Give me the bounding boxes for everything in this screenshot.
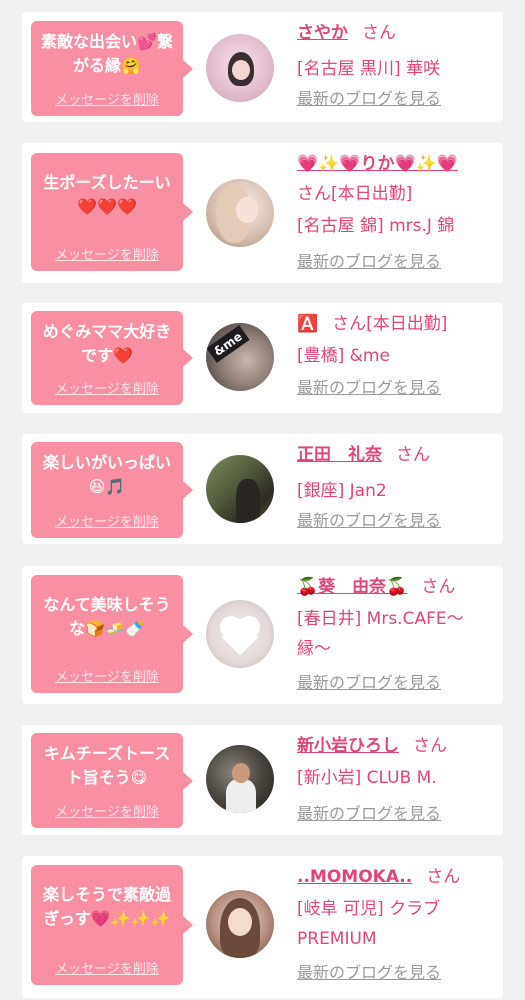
honorific: さん (413, 736, 447, 756)
delete-message-link[interactable]: メッセージを削除 (31, 244, 183, 263)
user-name-link[interactable]: ..MOMOKA.. (297, 867, 412, 887)
honorific: さん (426, 867, 461, 887)
message-text: 生ポーズしたーい ❤️❤️❤️ (43, 173, 171, 216)
profile-info: 🅰️ さん[本日出勤] [豊橋] &me 最新のブログを見る (297, 309, 499, 403)
message-card: 楽しいがいっぱい 😆🎵 メッセージを削除 正田 礼奈 さん [銀座] Jan2 最新… (22, 434, 503, 544)
message-bubble: 生ポーズしたーい ❤️❤️❤️ メッセージを削除 (31, 153, 193, 271)
message-bubble: 素敵な出会い💕繋 がる縁🤗 メッセージを削除 (31, 21, 193, 116)
latest-blog-link[interactable]: 最新のブログを見る (297, 673, 441, 692)
shop-info: [名古屋 錦] mrs.J 錦 (297, 216, 455, 236)
delete-message-link[interactable]: メッセージを削除 (31, 89, 183, 108)
avatar[interactable] (206, 600, 274, 668)
shop-info: [岐阜 可児] クラブ (297, 899, 441, 919)
message-card: 素敵な出会い💕繋 がる縁🤗 メッセージを削除 さやか さん [名古屋 黒川] 華咲 … (22, 12, 503, 122)
delete-message-link[interactable]: メッセージを削除 (31, 666, 183, 685)
latest-blog-link[interactable]: 最新のブログを見る (297, 252, 441, 271)
latest-blog-link[interactable]: 最新のブログを見る (297, 804, 441, 823)
avatar[interactable] (206, 179, 274, 247)
message-text: キムチーズトース ト旨そう😋 (43, 744, 171, 787)
user-name-link[interactable]: 💗✨💗りか💗✨💗 (297, 154, 458, 174)
avatar[interactable] (206, 34, 274, 102)
user-name-link[interactable]: 新小岩ひろし (297, 736, 399, 756)
latest-blog-link[interactable]: 最新のブログを見る (297, 963, 441, 982)
shop-info: [豊橋] &me (297, 346, 390, 366)
honorific: さん[本日出勤] (332, 314, 448, 334)
avatar[interactable]: &me (206, 323, 274, 391)
shop-info: [名古屋 黒川] 華咲 (297, 59, 441, 79)
latest-blog-link[interactable]: 最新のブログを見る (297, 89, 441, 108)
honorific: さん (421, 577, 456, 597)
message-bubble: なんて美味しそう な🍞🧈🍼 メッセージを削除 (31, 575, 193, 693)
user-name-link[interactable]: 🅰️ (297, 314, 318, 334)
honorific: さん[本日出勤] (297, 184, 413, 204)
message-text: 楽しいがいっぱい 😆🎵 (42, 453, 171, 496)
message-bubble: 楽しいがいっぱい 😆🎵 メッセージを削除 (31, 442, 193, 538)
message-card: 生ポーズしたーい ❤️❤️❤️ メッセージを削除 💗✨💗りか💗✨💗 さん[本日出勤… (22, 143, 503, 283)
user-name-link[interactable]: さやか (297, 23, 348, 43)
user-name-link[interactable]: 正田 礼奈 (297, 445, 382, 465)
honorific: さん (396, 445, 430, 465)
message-bubble: キムチーズトース ト旨そう😋 メッセージを削除 (31, 733, 193, 828)
profile-info: 🍒葵 由奈🍒 さん [春日井] Mrs.CAFE～ 縁～ 最新のブログを見る (297, 572, 499, 698)
shop-info: [新小岩] CLUB M. (297, 768, 437, 788)
user-name-link[interactable]: 🍒葵 由奈🍒 (297, 577, 407, 597)
shop-info: [銀座] Jan2 (297, 481, 387, 501)
delete-message-link[interactable]: メッセージを削除 (31, 958, 183, 977)
message-text: 楽しそうで素敵過 ぎっす💗✨✨✨ (42, 885, 171, 928)
shop-info-cont: 縁～ (297, 639, 331, 659)
message-card: めぐみママ大好き です❤️ メッセージを削除 &me 🅰️ さん[本日出勤] [豊橋… (22, 303, 503, 413)
message-text: めぐみママ大好き です❤️ (42, 322, 172, 365)
profile-info: 新小岩ひろし さん [新小岩] CLUB M. 最新のブログを見る (297, 731, 499, 829)
avatar[interactable] (206, 745, 274, 813)
message-text: 素敵な出会い💕繋 がる縁🤗 (41, 32, 173, 75)
message-bubble: 楽しそうで素敵過 ぎっす💗✨✨✨ メッセージを削除 (31, 865, 193, 985)
message-card: キムチーズトース ト旨そう😋 メッセージを削除 新小岩ひろし さん [新小岩] CL… (22, 725, 503, 835)
avatar[interactable] (206, 890, 274, 958)
avatar[interactable] (206, 455, 274, 523)
message-bubble: めぐみママ大好き です❤️ メッセージを削除 (31, 311, 193, 405)
profile-info: さやか さん [名古屋 黒川] 華咲 最新のブログを見る (297, 18, 499, 114)
shop-info: [春日井] Mrs.CAFE～ (297, 609, 464, 629)
avatar-logo-text: &me (206, 325, 250, 363)
latest-blog-link[interactable]: 最新のブログを見る (297, 511, 441, 530)
delete-message-link[interactable]: メッセージを削除 (31, 511, 183, 530)
message-card: なんて美味しそう な🍞🧈🍼 メッセージを削除 🍒葵 由奈🍒 さん [春日井] Mrs… (22, 566, 503, 704)
message-text: なんて美味しそう な🍞🧈🍼 (43, 595, 171, 638)
profile-info: 💗✨💗りか💗✨💗 さん[本日出勤] [名古屋 錦] mrs.J 錦 最新のブログ… (297, 149, 499, 277)
honorific: さん (362, 23, 396, 43)
profile-info: ..MOMOKA.. さん [岐阜 可児] クラブ PREMIUM 最新のブログを… (297, 862, 499, 988)
message-card: 楽しそうで素敵過 ぎっす💗✨✨✨ メッセージを削除 ..MOMOKA.. さん [岐… (22, 856, 503, 998)
heart-icon (220, 616, 260, 656)
profile-info: 正田 礼奈 さん [銀座] Jan2 最新のブログを見る (297, 440, 499, 536)
latest-blog-link[interactable]: 最新のブログを見る (297, 378, 441, 397)
delete-message-link[interactable]: メッセージを削除 (31, 378, 183, 397)
delete-message-link[interactable]: メッセージを削除 (31, 801, 183, 820)
shop-info-cont: PREMIUM (297, 929, 377, 949)
